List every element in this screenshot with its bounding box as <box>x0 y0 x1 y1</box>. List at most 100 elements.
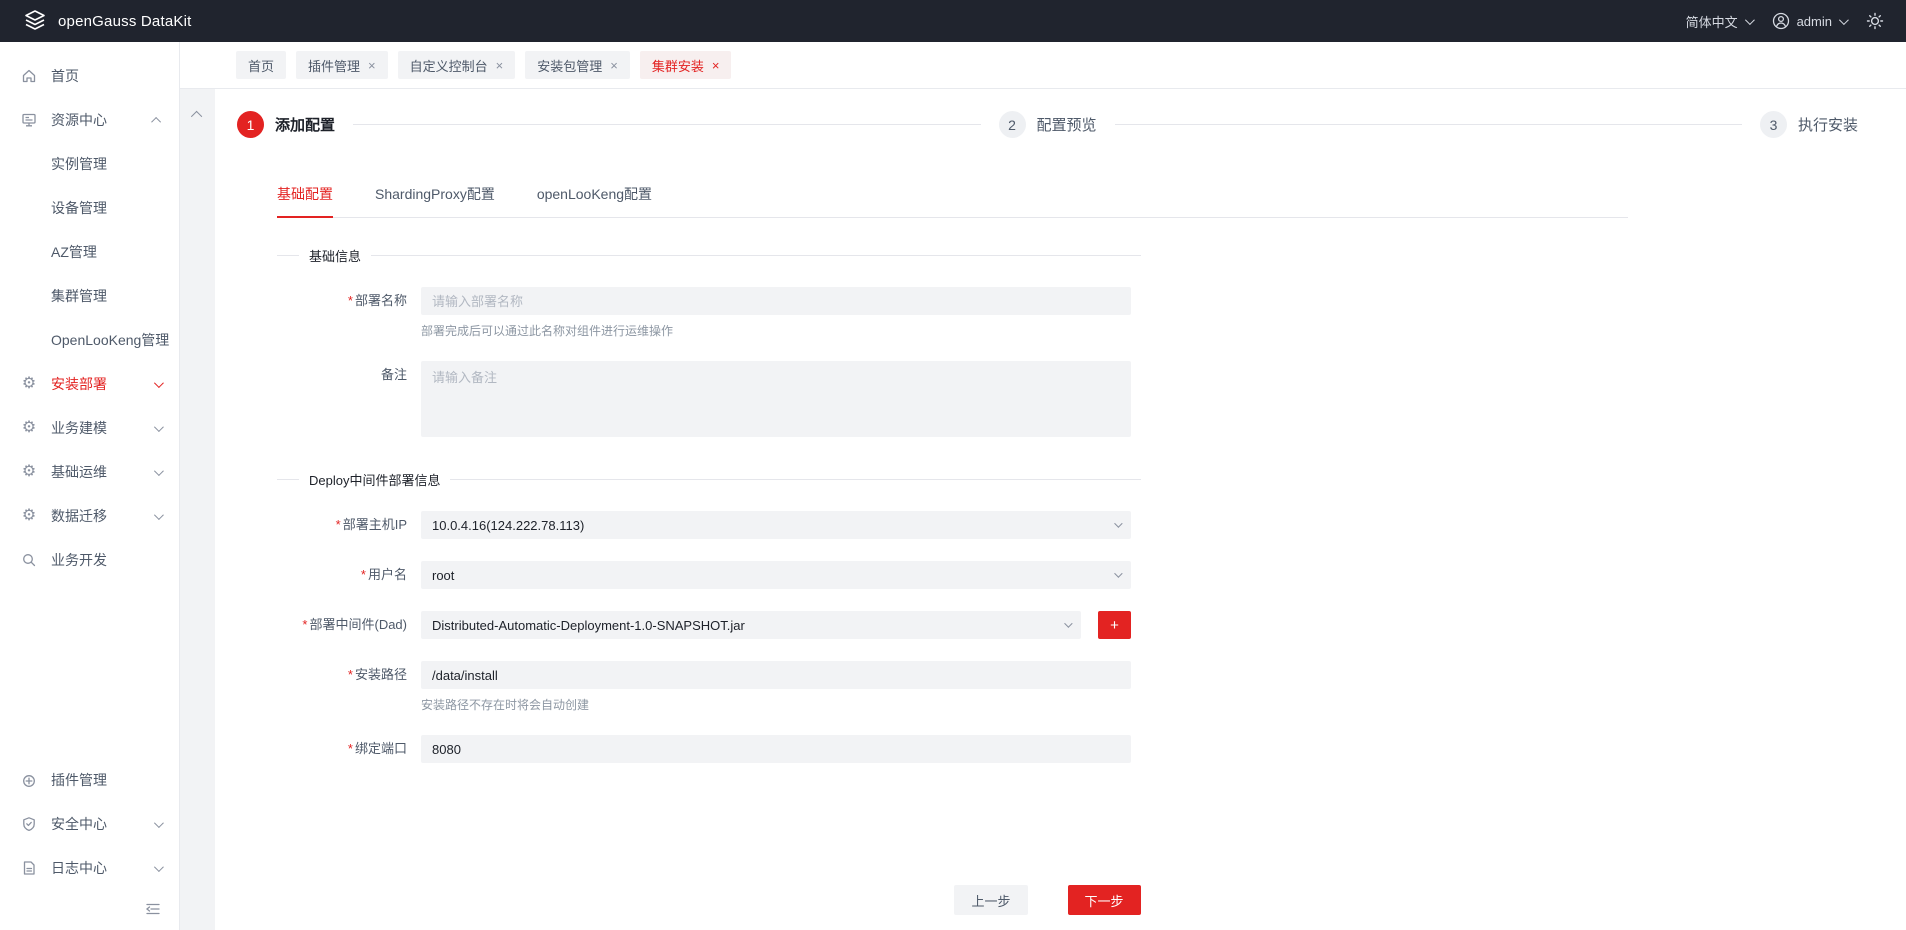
middleware-select[interactable]: Distributed-Automatic-Deployment-1.0-SNA… <box>421 611 1081 639</box>
page-tab-home[interactable]: 首页 <box>236 51 286 79</box>
sidebar-item-label: 实例管理 <box>51 154 161 174</box>
deploy-name-helper: 部署完成后可以通过此名称对组件进行运维操作 <box>421 322 1131 339</box>
sidebar-item-label: 首页 <box>51 66 161 86</box>
middleware-value: Distributed-Automatic-Deployment-1.0-SNA… <box>432 618 1064 633</box>
sidebar-item-cluster-mgmt[interactable]: 集群管理 <box>0 274 179 318</box>
sidebar-item-log-center[interactable]: 日志中心 <box>0 846 179 890</box>
step-connector <box>1115 124 1742 125</box>
search-icon <box>20 552 38 568</box>
sidebar-item-plugin-mgmt[interactable]: 插件管理 <box>0 758 179 802</box>
required-mark: * <box>348 667 353 682</box>
gear-icon: ⚙ <box>20 508 38 524</box>
cluster-install-panel: 1 添加配置 2 配置预览 3 执行安装 <box>215 89 1906 930</box>
monitor-icon <box>20 112 38 128</box>
sidebar-item-label: 数据迁移 <box>51 506 154 526</box>
app-title: openGauss DataKit <box>58 13 191 30</box>
page-tab-plugin-mgmt[interactable]: 插件管理 × <box>296 51 388 79</box>
collapse-panel-icon[interactable] <box>190 111 201 122</box>
chevron-down-icon <box>154 818 164 828</box>
close-icon[interactable]: × <box>712 58 720 73</box>
form-row-remark: 备注 <box>277 361 1858 442</box>
install-path-input[interactable] <box>421 661 1131 689</box>
collapse-sidebar-icon[interactable] <box>145 902 161 916</box>
close-icon[interactable]: × <box>610 58 618 73</box>
chevron-down-icon <box>1839 15 1849 25</box>
host-ip-value: 10.0.4.16(124.222.78.113) <box>432 518 1114 533</box>
username-select[interactable]: root <box>421 561 1131 589</box>
language-selector[interactable]: 简体中文 <box>1686 12 1752 31</box>
document-icon <box>20 860 38 876</box>
sidebar-item-label: AZ管理 <box>51 242 161 262</box>
home-icon <box>20 68 38 84</box>
close-icon[interactable]: × <box>368 58 376 73</box>
sidebar-item-device-mgmt[interactable]: 设备管理 <box>0 186 179 230</box>
page-tab-label: 集群安装 <box>652 56 704 75</box>
page-tab-label: 自定义控制台 <box>410 56 488 75</box>
field-label: *部署名称 <box>277 287 421 339</box>
close-icon[interactable]: × <box>496 58 504 73</box>
page-tab-custom-console[interactable]: 自定义控制台 × <box>398 51 516 79</box>
required-mark: * <box>361 567 366 582</box>
sidebar-item-openlookeng-mgmt[interactable]: OpenLooKeng管理 <box>0 318 179 362</box>
previous-step-button[interactable]: 上一步 <box>954 885 1027 915</box>
add-middleware-button[interactable]: + <box>1098 611 1131 639</box>
chevron-down-icon <box>1064 619 1072 627</box>
sidebar-item-label: 日志中心 <box>51 858 154 878</box>
required-mark: * <box>302 617 307 632</box>
field-label: *部署主机IP <box>277 511 421 539</box>
sidebar-item-instance-mgmt[interactable]: 实例管理 <box>0 142 179 186</box>
page-tabbar: 首页 插件管理 × 自定义控制台 × 安装包管理 × 集群安装 × <box>180 42 1906 89</box>
bind-port-input[interactable] <box>421 735 1131 763</box>
chevron-down-icon <box>154 862 164 872</box>
page-tab-label: 首页 <box>248 56 274 75</box>
plugin-icon <box>20 772 38 788</box>
install-path-helper: 安装路径不存在时将会自动创建 <box>421 696 1131 713</box>
step-label: 执行安装 <box>1798 114 1858 135</box>
tab-basic-config[interactable]: 基础配置 <box>277 184 333 217</box>
sidebar-item-basic-ops[interactable]: ⚙ 基础运维 <box>0 450 179 494</box>
basic-config-form: 基础信息 *部署名称 部署完成后可以通过此名称对组件进行运维操作 备注 <box>277 246 1858 763</box>
tab-shardingproxy-config[interactable]: ShardingProxy配置 <box>375 184 495 217</box>
field-label: *部署中间件(Dad) <box>277 611 421 639</box>
sidebar-item-label: 业务建模 <box>51 418 154 438</box>
step-label: 添加配置 <box>275 114 335 135</box>
chevron-down-icon <box>154 510 164 520</box>
page-tab-package-mgmt[interactable]: 安装包管理 × <box>525 51 630 79</box>
sidebar-item-label: 安全中心 <box>51 814 154 834</box>
theme-toggle-icon[interactable] <box>1866 12 1884 30</box>
sidebar-item-resource-center[interactable]: 资源中心 <box>0 98 179 142</box>
avatar-icon <box>1772 12 1790 30</box>
deploy-name-input[interactable] <box>421 287 1131 315</box>
sidebar-item-az-mgmt[interactable]: AZ管理 <box>0 230 179 274</box>
sidebar-item-business-dev[interactable]: 业务开发 <box>0 538 179 582</box>
step-run-install: 3 执行安装 <box>1760 111 1858 138</box>
step-number: 2 <box>999 111 1026 138</box>
page-tab-label: 安装包管理 <box>537 56 602 75</box>
tab-openlookeng-config[interactable]: openLooKeng配置 <box>537 184 652 217</box>
required-mark: * <box>348 293 353 308</box>
host-ip-select[interactable]: 10.0.4.16(124.222.78.113) <box>421 511 1131 539</box>
sidebar-item-home[interactable]: 首页 <box>0 54 179 98</box>
sidebar-item-install-deploy[interactable]: ⚙ 安装部署 <box>0 362 179 406</box>
panel-gutter <box>180 89 215 930</box>
page-tab-cluster-install[interactable]: 集群安装 × <box>640 51 732 79</box>
shield-icon <box>20 816 38 832</box>
sidebar-item-label: 安装部署 <box>51 374 154 394</box>
sidebar-item-business-modeling[interactable]: ⚙ 业务建模 <box>0 406 179 450</box>
next-step-button[interactable]: 下一步 <box>1068 885 1141 915</box>
sidebar-item-security-center[interactable]: 安全中心 <box>0 802 179 846</box>
chevron-down-icon <box>1114 519 1122 527</box>
field-label: 备注 <box>277 361 421 442</box>
chevron-down-icon <box>1114 569 1122 577</box>
sidebar-item-data-migration[interactable]: ⚙ 数据迁移 <box>0 494 179 538</box>
opengauss-logo-icon <box>22 8 48 34</box>
sidebar: 首页 资源中心 实例管理 设备管理 AZ管理 集群管理 OpenLooKeng管… <box>0 42 180 930</box>
sidebar-item-label: 基础运维 <box>51 462 154 482</box>
step-config-preview: 2 配置预览 <box>999 111 1761 138</box>
chevron-down-icon <box>154 466 164 476</box>
required-mark: * <box>336 517 341 532</box>
sidebar-item-label: 设备管理 <box>51 198 161 218</box>
required-mark: * <box>348 741 353 756</box>
user-menu[interactable]: admin <box>1772 12 1846 30</box>
remark-textarea[interactable] <box>421 361 1131 437</box>
